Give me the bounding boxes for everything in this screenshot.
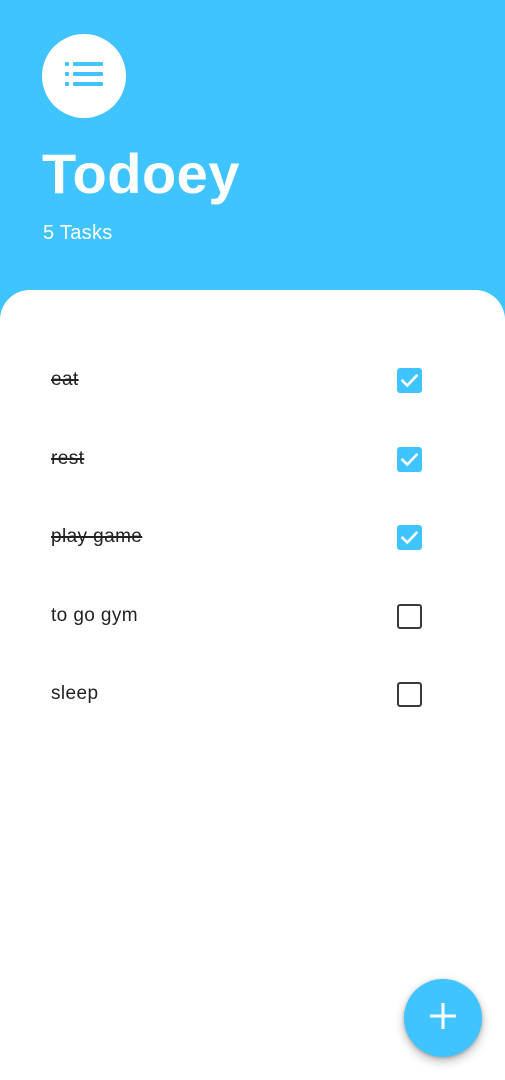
app-icon-circle: [42, 34, 126, 118]
task-sheet: eat rest play game to go gym sleep: [0, 290, 505, 1080]
task-checkbox-unchecked[interactable]: [397, 682, 422, 707]
task-checkbox-checked[interactable]: [397, 368, 422, 393]
task-checkbox-checked[interactable]: [397, 525, 422, 550]
list-icon: [65, 61, 103, 92]
task-label: to go gym: [51, 604, 139, 626]
task-row[interactable]: sleep: [0, 656, 505, 735]
plus-icon: [430, 1002, 456, 1034]
task-row[interactable]: eat: [0, 342, 505, 421]
task-row[interactable]: play game: [0, 499, 505, 578]
task-row[interactable]: rest: [0, 421, 505, 500]
task-row[interactable]: to go gym: [0, 578, 505, 657]
task-label: sleep: [51, 683, 99, 704]
check-icon: [400, 452, 419, 466]
check-icon: [400, 373, 419, 388]
add-task-button[interactable]: [404, 979, 482, 1057]
task-label: eat: [51, 369, 79, 390]
check-icon: [400, 530, 419, 545]
app-title: Todoey: [42, 142, 240, 205]
header: Todoey 5 Tasks: [0, 0, 505, 300]
task-label: rest: [51, 447, 85, 469]
task-label: play game: [51, 526, 143, 547]
task-list: eat rest play game to go gym sleep: [0, 342, 505, 735]
task-checkbox-checked[interactable]: [397, 446, 422, 472]
task-count: 5 Tasks: [43, 222, 113, 244]
task-checkbox-unchecked[interactable]: [397, 603, 422, 629]
